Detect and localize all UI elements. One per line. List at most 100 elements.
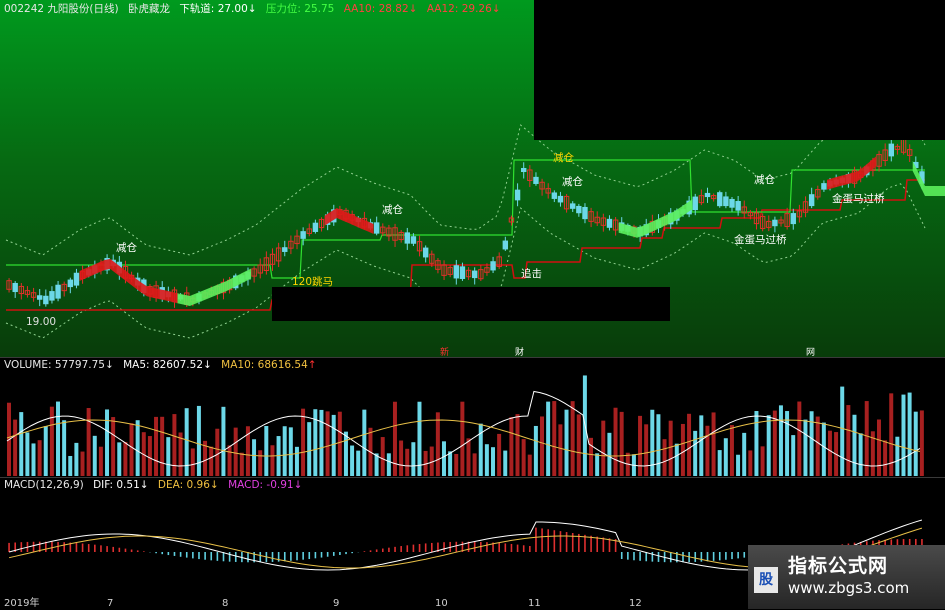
- candle-body: [36, 295, 43, 300]
- volume-bar: [172, 414, 177, 476]
- volume-bar: [644, 424, 649, 476]
- price-panel[interactable]: 002242 九阳股份(日线) 卧虎藏龙 下轨道: 27.00↓ 压力位: 25…: [0, 0, 945, 357]
- volume-bar: [895, 436, 900, 476]
- volume-bar: [766, 415, 771, 476]
- volume-bar: [785, 411, 790, 476]
- aa12-text: AA12: 29.26: [426, 3, 492, 15]
- volume-bar: [613, 407, 618, 476]
- candle-body: [888, 143, 895, 157]
- volume-bar: [607, 432, 612, 476]
- candle-body: [808, 194, 815, 207]
- annotation-reduce-5: 减仓: [754, 174, 775, 186]
- candle-body: [729, 198, 735, 208]
- dea-value: DEA: 0.96↓: [158, 479, 219, 491]
- volume-bar: [595, 453, 600, 476]
- volume-bar: [742, 432, 747, 476]
- stock-label: 002242 九阳股份(日线): [4, 3, 119, 15]
- volume-bar: [674, 443, 679, 476]
- candle-body: [582, 206, 588, 220]
- volume-bar: [717, 450, 722, 476]
- volume-bar: [913, 411, 918, 476]
- volume-bar: [25, 432, 30, 476]
- volume-arrow: ↓: [104, 359, 114, 371]
- ribbon-1: [177, 268, 252, 306]
- volume-bar: [821, 422, 826, 476]
- candle-body: [551, 192, 558, 199]
- volume-bar: [13, 419, 18, 476]
- volume-bar: [791, 435, 796, 476]
- ma10-value: MA10: 68616.54↑: [221, 359, 316, 371]
- volume-bar: [491, 447, 495, 476]
- x-tick-4: 10: [435, 598, 448, 609]
- volume-chart: [6, 375, 924, 476]
- volume-bar: [650, 409, 655, 476]
- volume-bar: [448, 451, 453, 476]
- ma5-arrow: ↓: [203, 359, 212, 371]
- watermark-logo: 股: [754, 567, 778, 593]
- dea-text: DEA: 0.96: [157, 479, 210, 491]
- volume-bar: [662, 439, 667, 476]
- bottom-char-3: 网: [806, 348, 816, 357]
- volume-bar: [343, 431, 348, 476]
- x-tick-0: 2019年: [4, 598, 40, 609]
- volume-bar: [460, 401, 465, 476]
- candle-body: [404, 232, 410, 244]
- volume-bar: [331, 414, 336, 476]
- volume-bar: [729, 425, 734, 476]
- ma10-arrow: ↑: [307, 359, 317, 371]
- volume-bar: [74, 442, 79, 476]
- volume-bar: [797, 401, 802, 476]
- annotation-bridge-2: 金蛋马过桥: [832, 193, 885, 205]
- candle-body: [790, 213, 796, 225]
- volume-bar: [803, 419, 808, 476]
- lower-track-text: 下轨道: 27.00: [179, 3, 248, 15]
- macd-name: MACD(12,26,9): [4, 479, 84, 491]
- bottom-char-1: 新: [440, 348, 450, 357]
- annotation-reduce-3: 减仓: [553, 152, 574, 164]
- volume-bar: [282, 426, 287, 476]
- volume-bar: [705, 425, 710, 476]
- volume-bar: [515, 414, 520, 476]
- candle-body: [704, 192, 711, 198]
- volume-bar: [147, 436, 152, 476]
- ribbon-3: [618, 199, 693, 238]
- candle-body: [723, 196, 729, 207]
- volume-bar: [19, 412, 24, 476]
- candle-body: [49, 291, 55, 301]
- volume-bar: [105, 409, 110, 476]
- volume-bar: [576, 414, 581, 476]
- volume-bar: [815, 416, 820, 476]
- volume-bar: [472, 453, 477, 476]
- aa10-text: AA10: 28.82: [343, 3, 409, 15]
- volume-bar: [62, 420, 67, 476]
- volume-bar: [435, 412, 440, 476]
- watermark: 股 指标公式网 www.zbgs3.com: [748, 545, 945, 609]
- volume-bar: [190, 448, 195, 476]
- volume-bar: [31, 443, 36, 476]
- volume-text: VOLUME: 57797.75: [4, 359, 105, 371]
- volume-bar: [111, 417, 116, 476]
- candle-body: [471, 270, 478, 279]
- volume-bar: [380, 437, 385, 476]
- candle-body: [373, 222, 380, 234]
- x-tick-1: 7: [107, 598, 114, 609]
- price-info-bar: 002242 九阳股份(日线) 卧虎藏龙 下轨道: 27.00↓ 压力位: 25…: [4, 1, 507, 16]
- volume-value: VOLUME: 57797.75↓: [4, 359, 114, 371]
- candle-body: [422, 247, 429, 258]
- candle-body: [502, 240, 509, 250]
- dif-text: DIF: 0.51: [93, 479, 140, 491]
- volume-bar: [56, 401, 60, 476]
- volume-bar: [852, 414, 857, 476]
- x-tick-3: 9: [333, 598, 340, 609]
- volume-bar: [693, 430, 698, 476]
- candle-body: [300, 231, 306, 239]
- x-tick-5: 11: [528, 598, 541, 609]
- volume-bar: [252, 439, 257, 476]
- pressure-value: 压力位: 25.75: [265, 3, 335, 15]
- candle-body: [570, 203, 576, 209]
- aa10-value: AA10: 28.82↓: [344, 3, 418, 15]
- volume-panel[interactable]: VOLUME: 57797.75↓ MA5: 82607.52↓ MA10: 6…: [0, 357, 945, 478]
- watermark-title: 指标公式网: [788, 555, 889, 577]
- volume-bar: [699, 415, 704, 476]
- candle-body: [282, 247, 288, 252]
